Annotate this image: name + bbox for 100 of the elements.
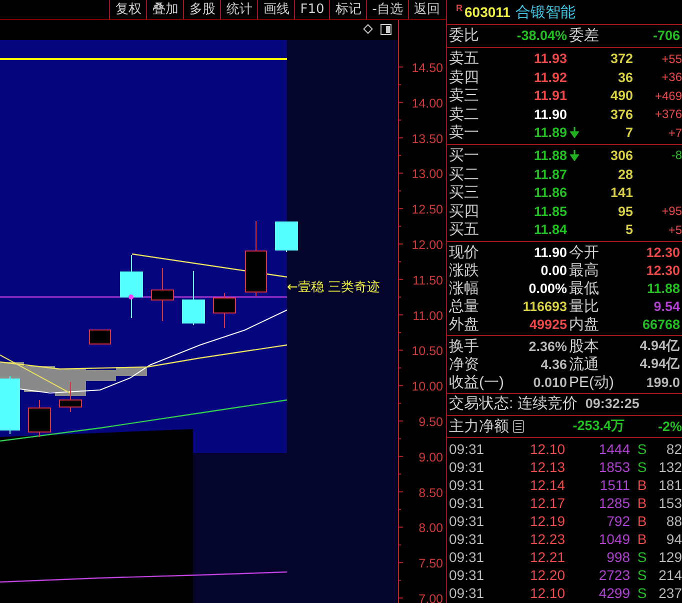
price-label: 9.50	[418, 415, 443, 429]
field-value: 12.30	[645, 262, 681, 278]
volume-change: +55	[662, 52, 682, 66]
trade-side: S	[636, 440, 648, 457]
trade-count: 82	[665, 440, 682, 457]
diamond-icon[interactable]	[363, 24, 373, 34]
order-price: 11.86	[532, 185, 567, 200]
field-label: 委差	[569, 26, 600, 45]
tick-time: 09:31	[449, 458, 486, 475]
tick-time: 09:31	[449, 548, 486, 565]
tick-time: 09:31	[449, 530, 486, 547]
trade-side: B	[636, 530, 648, 547]
candlestick	[120, 254, 143, 318]
tick-volume: 1511	[598, 476, 630, 493]
stock-name: 合锻智能	[515, 2, 576, 22]
field-value: 0.00	[540, 262, 568, 278]
field-label: 量比	[569, 296, 600, 316]
field-value: 0.00%	[528, 280, 568, 296]
trade-count: 132	[658, 458, 682, 475]
tick-volume: 1049	[598, 530, 630, 547]
field-label: 涨幅	[449, 278, 480, 298]
trade-status: 交易状态: 连续竞价	[449, 394, 578, 414]
field-value: 11.90	[532, 244, 568, 260]
trade-count: 88	[665, 512, 682, 529]
trade-side: S	[636, 566, 648, 583]
price-label: 11.50	[412, 273, 443, 288]
price-label: 13.00	[412, 167, 443, 182]
price-label: 14.50	[412, 61, 443, 75]
field-value: 66768	[641, 316, 681, 332]
price-label: 12.50	[412, 202, 443, 217]
order-price: 11.93	[532, 51, 567, 66]
candlestick	[213, 292, 236, 328]
list-icon[interactable]	[513, 420, 524, 433]
price-label: 11.00	[412, 308, 443, 323]
price-label: 10.50	[412, 344, 443, 358]
marker-dot	[128, 294, 134, 300]
price-label: 13.50	[412, 132, 443, 146]
field-label: 换手	[449, 336, 480, 356]
field-value: 4.94亿	[638, 355, 681, 374]
trade-count: 153	[658, 494, 682, 511]
tick-volume: 4299	[598, 584, 630, 601]
candlestick	[0, 376, 20, 434]
order-volume: 36	[616, 70, 633, 85]
price-label: 7.00	[418, 592, 443, 603]
stock-code: 603011	[464, 4, 510, 20]
tick-price: 12.19	[528, 512, 565, 529]
field-value: 116693	[522, 298, 568, 314]
candlestick	[59, 382, 82, 412]
order-price: 11.90	[532, 106, 567, 122]
flow-percent: -2%	[656, 418, 682, 434]
field-value: 11.88	[646, 280, 681, 296]
field-value: 12.30	[645, 244, 681, 260]
order-level-label: 卖一	[449, 123, 480, 142]
tick-price: 12.20	[528, 566, 565, 583]
volume-change: +95	[662, 204, 682, 218]
order-price: 11.85	[532, 204, 567, 219]
chart-annotation: ←壹稳 三类奇迹	[287, 280, 380, 295]
volume-change: +7	[668, 126, 682, 140]
rating-letter: R	[456, 3, 462, 13]
order-volume: 306	[609, 148, 633, 163]
candlestick	[89, 330, 111, 344]
tick-price: 12.21	[528, 548, 565, 565]
tick-volume: 998	[606, 548, 630, 565]
order-price: 11.88	[532, 148, 567, 163]
field-value: 49925	[528, 316, 568, 332]
order-volume: 5	[624, 222, 633, 238]
panel-toggle-icon[interactable]	[380, 24, 392, 35]
tick-volume: 1285	[598, 494, 630, 511]
field-label: 股本	[569, 336, 600, 356]
tick-time: 09:31	[449, 494, 486, 511]
field-value: -706	[652, 28, 681, 43]
tick-price: 12.23	[528, 530, 565, 547]
tick-time: 09:31	[449, 476, 486, 493]
field-label: 流通	[569, 354, 600, 374]
field-value: -38.04%	[516, 28, 568, 43]
order-level-label: 卖三	[449, 86, 480, 106]
tick-time: 09:31	[449, 584, 486, 601]
candlestick	[151, 268, 174, 322]
volume-change: +376	[654, 107, 682, 122]
tick-volume: 2723	[598, 566, 630, 583]
trade-count: 214	[658, 566, 682, 583]
field-label: PE(动)	[569, 372, 615, 392]
order-price: 11.91	[532, 88, 567, 104]
field-value: 4.94亿	[638, 337, 681, 356]
field-label: 收益(一)	[449, 372, 505, 392]
order-price: 11.89	[532, 125, 567, 140]
tick-time: 09:31	[449, 512, 486, 529]
field-label: 涨跌	[449, 260, 480, 280]
volume-change: +469	[654, 88, 682, 103]
trade-side: B	[636, 476, 648, 493]
order-volume: 28	[616, 166, 633, 182]
field-label: 最高	[569, 260, 600, 280]
field-label: 主力净额	[449, 416, 510, 436]
trade-count: 129	[658, 548, 682, 565]
order-volume: 95	[616, 204, 633, 219]
trade-count: 237	[658, 584, 682, 601]
trade-side: S	[636, 584, 648, 601]
tick-time: 09:31	[449, 440, 486, 457]
field-label: 今开	[569, 242, 600, 262]
price-label: 10.00	[412, 380, 443, 394]
